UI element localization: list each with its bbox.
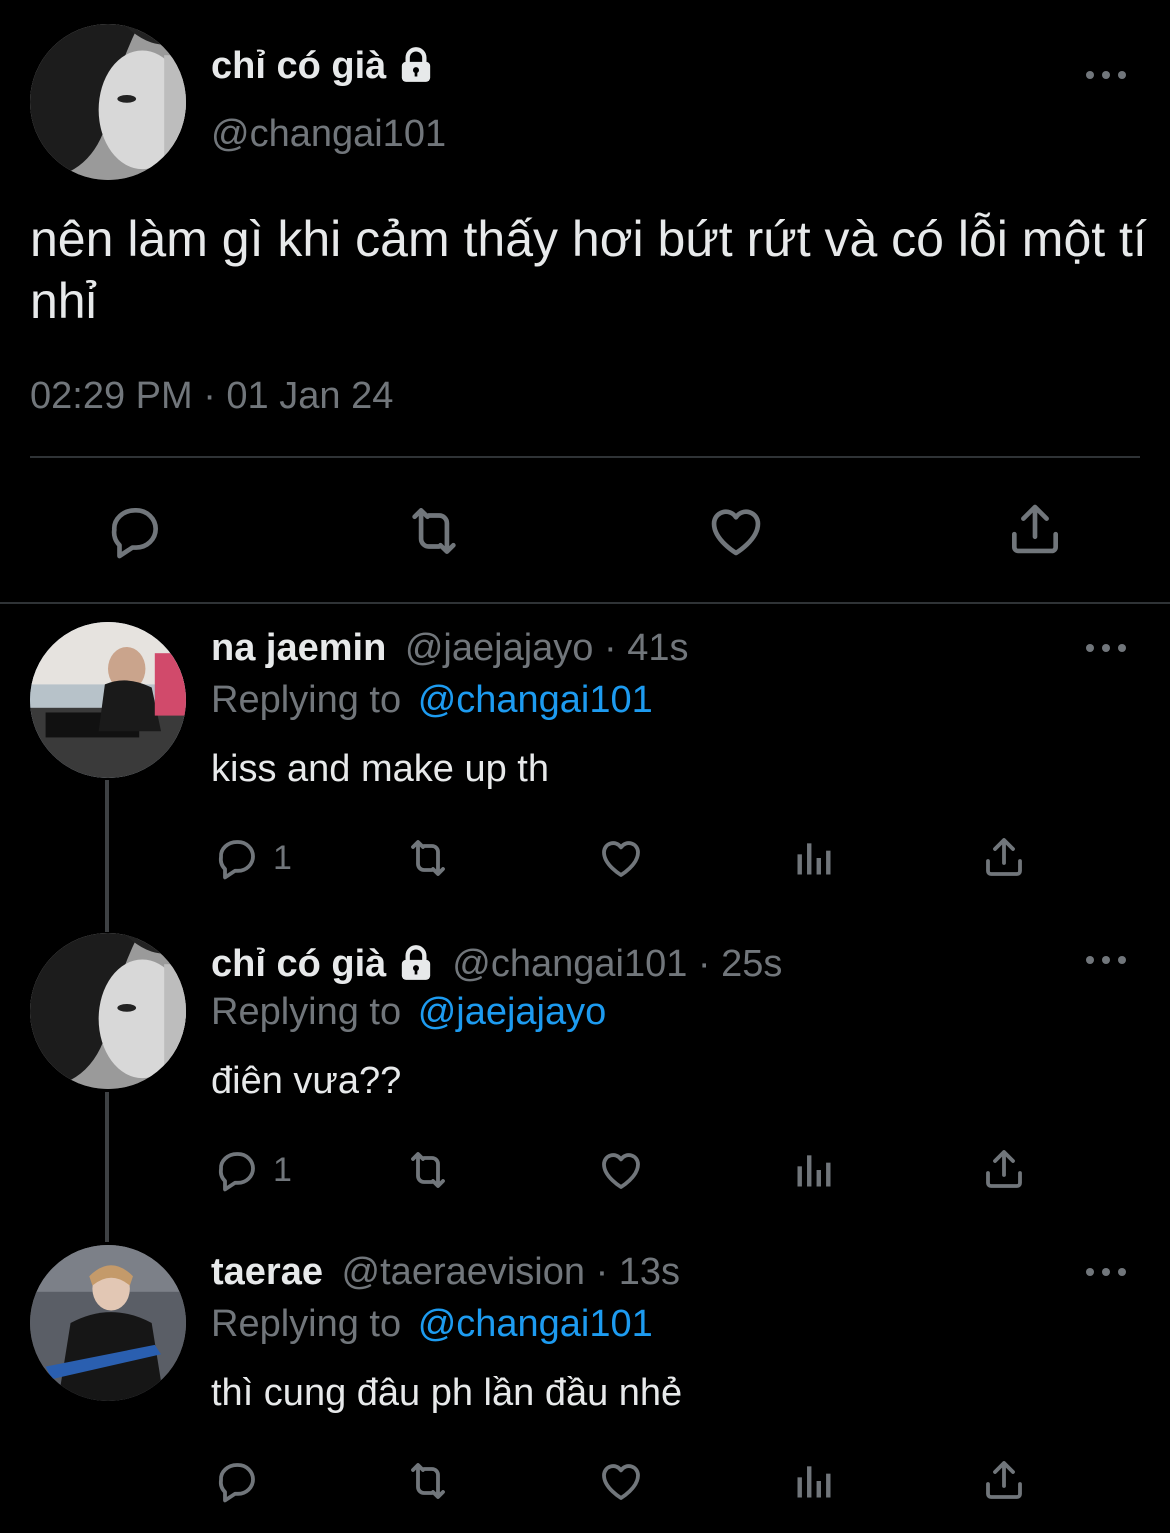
- bar-chart-icon[interactable]: [792, 834, 836, 882]
- heart-icon[interactable]: [596, 1146, 646, 1194]
- replying-prefix: Replying to: [211, 991, 402, 1033]
- reply-icon[interactable]: [104, 500, 166, 562]
- replying-to: Replying to @changai101: [211, 678, 653, 722]
- more-dots-icon[interactable]: [1086, 69, 1126, 81]
- display-name[interactable]: na jaemin: [211, 627, 386, 669]
- display-name[interactable]: chỉ có già: [211, 44, 436, 88]
- handle-time[interactable]: @changai101 · 25s: [452, 942, 782, 986]
- handle-time[interactable]: @jaejajayo · 41s: [405, 627, 689, 669]
- tweet-text: nên làm gì khi cảm thấy hơi bứt rứt và c…: [30, 211, 1147, 329]
- divider: [0, 602, 1170, 604]
- avatar[interactable]: [30, 622, 186, 778]
- retweet-icon[interactable]: [401, 1146, 455, 1194]
- avatar-photo: [30, 622, 186, 778]
- handle[interactable]: @changai101: [211, 112, 446, 156]
- more-dots-icon[interactable]: [1086, 954, 1126, 966]
- reply-icon[interactable]: 1: [213, 834, 292, 882]
- retweet-icon[interactable]: [401, 834, 455, 882]
- avatar[interactable]: [30, 933, 186, 1089]
- replying-handle-link[interactable]: @changai101: [418, 1303, 653, 1345]
- display-name[interactable]: taerae: [211, 1251, 323, 1293]
- avatar-photo: [30, 933, 186, 1089]
- reply-header: chỉ có già @changai101 · 25s: [211, 942, 782, 986]
- lock-icon: [396, 944, 436, 984]
- reply-header: taerae @taeraevision · 13s: [211, 1250, 680, 1294]
- display-name-text: chỉ có già: [211, 45, 387, 87]
- display-name[interactable]: chỉ có già: [211, 942, 386, 986]
- heart-icon[interactable]: [705, 500, 767, 562]
- share-icon[interactable]: [980, 1144, 1028, 1194]
- reply-count: 1: [273, 838, 292, 877]
- heart-icon[interactable]: [596, 834, 646, 882]
- reply-text: thì cung đâu ph lần đầu nhẻ: [211, 1372, 683, 1414]
- avatar[interactable]: [30, 24, 186, 180]
- thread-connector: [105, 1092, 109, 1242]
- thread-connector: [105, 780, 109, 932]
- share-icon[interactable]: [1004, 498, 1066, 560]
- share-icon[interactable]: [980, 832, 1028, 882]
- reply-text: kiss and make up th: [211, 748, 549, 790]
- share-icon[interactable]: [980, 1455, 1028, 1505]
- avatar[interactable]: [30, 1245, 186, 1401]
- replying-handle-link[interactable]: @changai101: [418, 679, 653, 721]
- avatar-photo: [30, 24, 186, 180]
- bar-chart-icon[interactable]: [792, 1146, 836, 1194]
- replying-handle-link[interactable]: @jaejajayo: [418, 991, 607, 1033]
- reply-count: 1: [273, 1150, 292, 1189]
- replying-prefix: Replying to: [211, 1303, 402, 1345]
- replying-to: Replying to @changai101: [211, 1302, 653, 1346]
- heart-icon[interactable]: [596, 1457, 646, 1505]
- avatar-photo: [30, 1245, 186, 1401]
- reply-icon[interactable]: [213, 1457, 261, 1505]
- lock-icon: [396, 46, 436, 86]
- bar-chart-icon[interactable]: [792, 1457, 836, 1505]
- replying-to: Replying to @jaejajayo: [211, 990, 606, 1034]
- divider: [30, 456, 1140, 458]
- more-dots-icon[interactable]: [1086, 1266, 1126, 1278]
- replying-prefix: Replying to: [211, 679, 402, 721]
- reply-icon[interactable]: 1: [213, 1146, 292, 1194]
- reply-header: na jaemin @jaejajayo · 41s: [211, 626, 688, 670]
- more-dots-icon[interactable]: [1086, 642, 1126, 654]
- tweet-timestamp[interactable]: 02:29 PM · 01 Jan 24: [30, 373, 393, 419]
- retweet-icon[interactable]: [401, 1457, 455, 1505]
- retweet-icon[interactable]: [401, 500, 467, 562]
- handle-time[interactable]: @taeraevision · 13s: [342, 1251, 681, 1293]
- reply-text: điên vưa??: [211, 1060, 402, 1102]
